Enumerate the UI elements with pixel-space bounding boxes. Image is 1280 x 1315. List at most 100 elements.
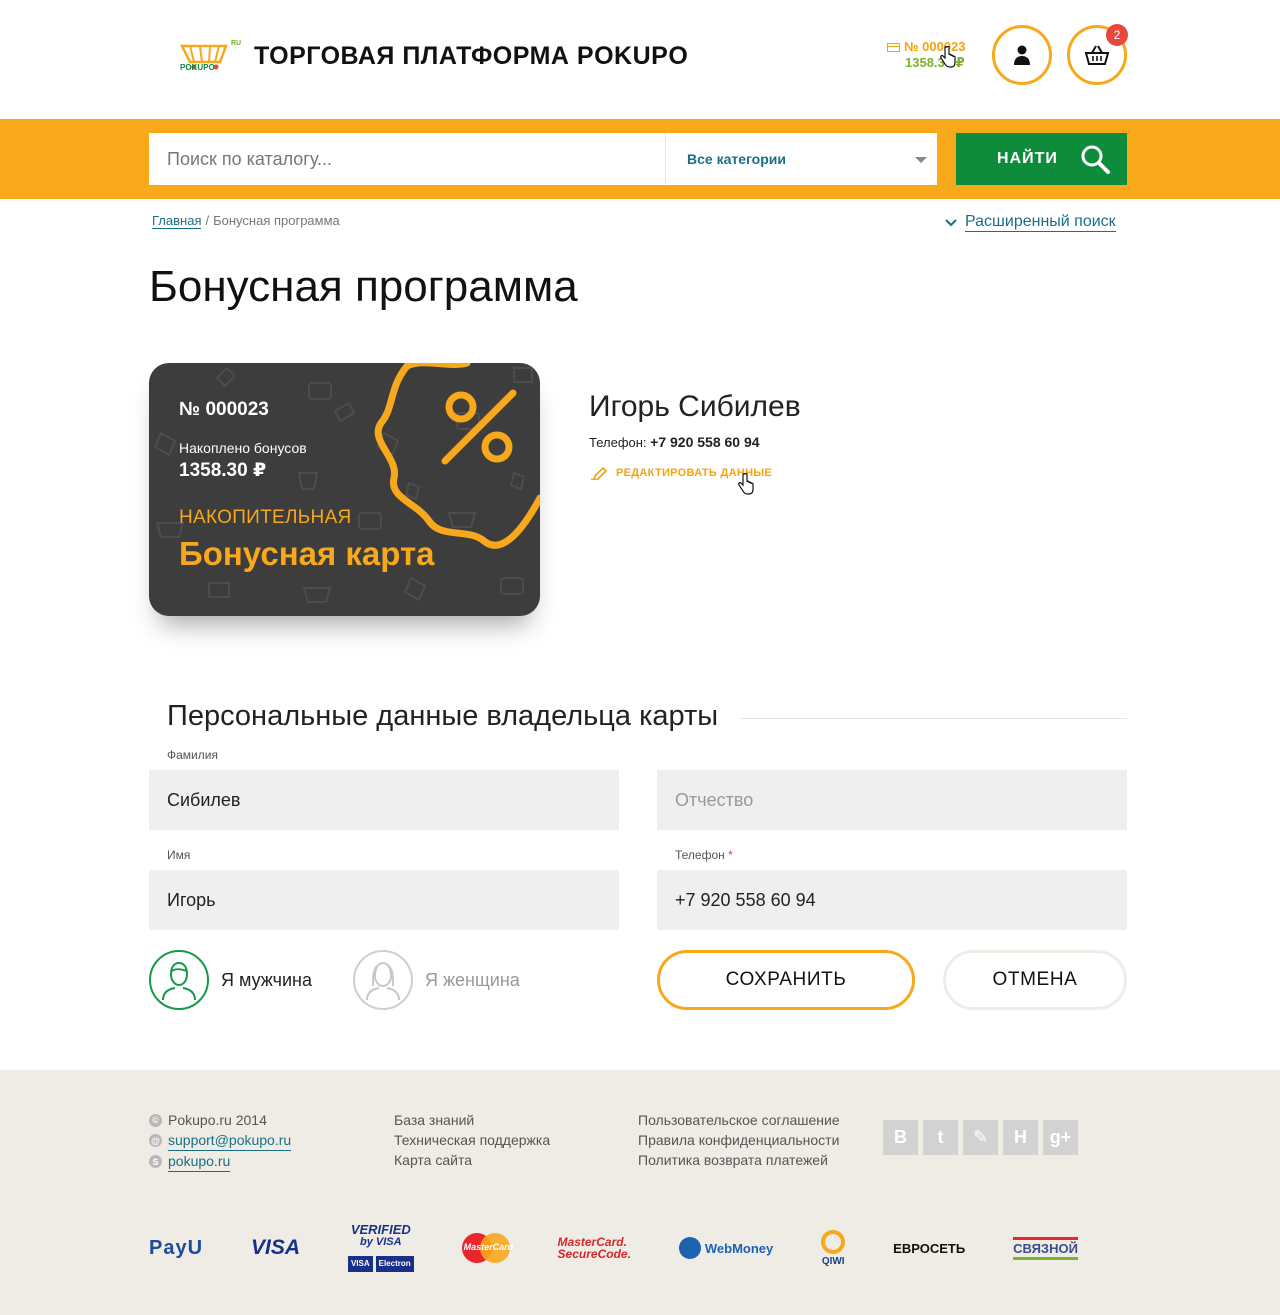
skype-link[interactable]: pokupo.ru	[168, 1151, 231, 1172]
svg-text:RU: RU	[231, 40, 241, 47]
card-name: Бонусная карта	[179, 535, 435, 572]
site-title: ТОРГОВАЯ ПЛАТФОРМА POKUPO	[254, 42, 689, 70]
gender-female-option[interactable]: Я женщина	[353, 950, 520, 1010]
card-icon	[887, 42, 900, 52]
evroset-logo: ЕВРОСЕТЬ	[893, 1240, 966, 1256]
male-avatar-icon	[149, 950, 209, 1010]
footer-link-support[interactable]: Техническая поддержка	[394, 1130, 550, 1150]
mini-card-number: № 000023	[904, 39, 966, 54]
accumulated-value: 1358.30 ₽	[179, 460, 267, 481]
footer-link-sitemap[interactable]: Карта сайта	[394, 1150, 550, 1170]
owner-name: Игорь Сибилев	[589, 390, 801, 423]
cart-button[interactable]: 2	[1067, 24, 1128, 85]
mastercard-text: MasterCard	[463, 1242, 514, 1252]
breadcrumb-separator: /	[205, 213, 210, 228]
required-marker: *	[728, 848, 733, 862]
middlename-field[interactable]	[657, 770, 1127, 830]
lastname-field[interactable]	[149, 770, 619, 830]
chevron-down-icon	[915, 157, 927, 163]
svyaznoy-logo: СВЯЗНОЙ	[1013, 1236, 1078, 1260]
payu-logo: PayU	[149, 1236, 204, 1259]
visa-electron-badge: Electron	[375, 1256, 414, 1272]
search-bar: Все категории НАЙТИ	[0, 119, 1280, 199]
phone-label-text: Телефон	[675, 848, 725, 862]
lastname-label: Фамилия	[167, 748, 218, 762]
footer-link-privacy[interactable]: Правила конфиденциальности	[638, 1130, 840, 1150]
at-icon: @	[149, 1134, 162, 1147]
webmoney-globe-icon	[678, 1237, 701, 1259]
cart-count-badge: 2	[1106, 24, 1128, 46]
advanced-search-label: Расширенный поиск	[965, 213, 1116, 232]
copyright-text: Pokupo.ru 2014	[168, 1112, 267, 1128]
webmoney-text: WebMoney	[704, 1240, 774, 1256]
footer-contacts: © Pokupo.ru 2014 @ support@pokupo.ru Spoku…	[149, 1110, 292, 1172]
securecode-line2: SecureCode.	[557, 1247, 631, 1261]
twitter-icon[interactable]: t	[923, 1120, 958, 1155]
search-input[interactable]	[149, 133, 665, 185]
hand-cursor-icon	[940, 46, 956, 68]
footer-link-refund-policy[interactable]: Политика возврата платежей	[638, 1150, 840, 1170]
qiwi-circle-icon	[821, 1229, 846, 1254]
support-email-link[interactable]: support@pokupo.ru	[168, 1130, 292, 1151]
card-kind: НАКОПИТЕЛЬНАЯ	[179, 507, 352, 528]
gender-male-label: Я мужчина	[221, 969, 313, 990]
hand-cursor-icon	[738, 473, 754, 495]
bonus-card: № 000023 Накоплено бонусов 1358.30 ₽ НАК…	[149, 363, 540, 616]
webmoney-logo: WebMoney	[678, 1237, 774, 1259]
user-icon	[1014, 45, 1030, 65]
cancel-button[interactable]: ОТМЕНА	[943, 950, 1127, 1010]
pokupo-logo[interactable]: RU POKUPO	[178, 36, 244, 76]
qiwi-text: QIWI	[821, 1255, 845, 1267]
advanced-search-link[interactable]: Расширенный поиск	[945, 213, 1116, 232]
gender-female-label: Я женщина	[425, 969, 520, 990]
owner-phone: Телефон: +7 920 558 60 94	[589, 434, 760, 450]
profile-button[interactable]	[992, 25, 1052, 85]
phone-label: Телефон *	[675, 848, 733, 862]
phone-field[interactable]	[657, 870, 1127, 930]
mastercard-logo: MasterCard	[461, 1233, 513, 1263]
female-avatar-icon	[353, 950, 413, 1010]
breadcrumb: Главная / Бонусная программа	[152, 213, 340, 229]
card-number: № 000023	[179, 399, 269, 420]
visa-mini-badge: VISA	[347, 1256, 373, 1272]
securecode-logo: MasterCard. SecureCode.	[558, 1236, 631, 1260]
section-title: Персональные данные владельца карты	[167, 700, 737, 733]
verified-by-text: by VISA	[360, 1236, 402, 1248]
skype-icon: S	[149, 1155, 162, 1168]
firstname-label: Имя	[167, 848, 191, 862]
pencil-icon	[591, 466, 608, 480]
search-icon	[1081, 145, 1110, 174]
habr-icon[interactable]: H	[1003, 1120, 1038, 1155]
google-plus-icon[interactable]: g+	[1043, 1120, 1078, 1155]
verified-by-visa-logo: VERIFIED by VISA VISA Electron	[347, 1222, 414, 1272]
visa-logo: VISA	[250, 1236, 300, 1259]
section-divider	[740, 718, 1127, 719]
owner-phone-label: Телефон:	[589, 435, 647, 450]
footer-link-knowledge-base[interactable]: База знаний	[394, 1110, 550, 1130]
category-select-value: Все категории	[687, 151, 786, 167]
livejournal-icon[interactable]: ✎	[963, 1120, 998, 1155]
basket-icon	[1085, 45, 1109, 65]
svg-text:POKUPO: POKUPO	[180, 63, 215, 72]
footer-link-user-agreement[interactable]: Пользовательское соглашение	[638, 1110, 840, 1130]
site-header: RU POKUPO ТОРГОВАЯ ПЛАТФОРМА POKUPO № 00…	[0, 0, 1280, 119]
copyright-icon: ©	[149, 1113, 162, 1127]
breadcrumb-home-link[interactable]: Главная	[152, 213, 202, 229]
footer-links-help: База знаний Техническая поддержка Карта …	[394, 1110, 550, 1170]
search-button-label: НАЙТИ	[997, 150, 1058, 167]
qiwi-logo: QIWI	[821, 1229, 846, 1267]
search-button[interactable]: НАЙТИ	[956, 133, 1127, 185]
category-select[interactable]: Все категории	[665, 133, 937, 185]
vk-icon[interactable]: В	[883, 1120, 918, 1155]
site-footer: © Pokupo.ru 2014 @ support@pokupo.ru Spoku…	[0, 1070, 1280, 1315]
social-links: В t ✎ H g+	[883, 1120, 1078, 1155]
accumulated-label: Накоплено бонусов	[179, 440, 307, 456]
footer-links-legal: Пользовательское соглашение Правила конф…	[638, 1110, 840, 1170]
chevron-down-icon	[945, 218, 957, 226]
gender-male-option[interactable]: Я мужчина	[149, 950, 312, 1010]
save-button[interactable]: СОХРАНИТЬ	[657, 950, 915, 1010]
page-title: Бонусная программа	[149, 262, 578, 311]
payment-logos: PayU VISA VERIFIED by VISA VISA Electron…	[149, 1208, 1078, 1288]
verified-text: VERIFIED	[350, 1222, 411, 1237]
firstname-field[interactable]	[149, 870, 619, 930]
